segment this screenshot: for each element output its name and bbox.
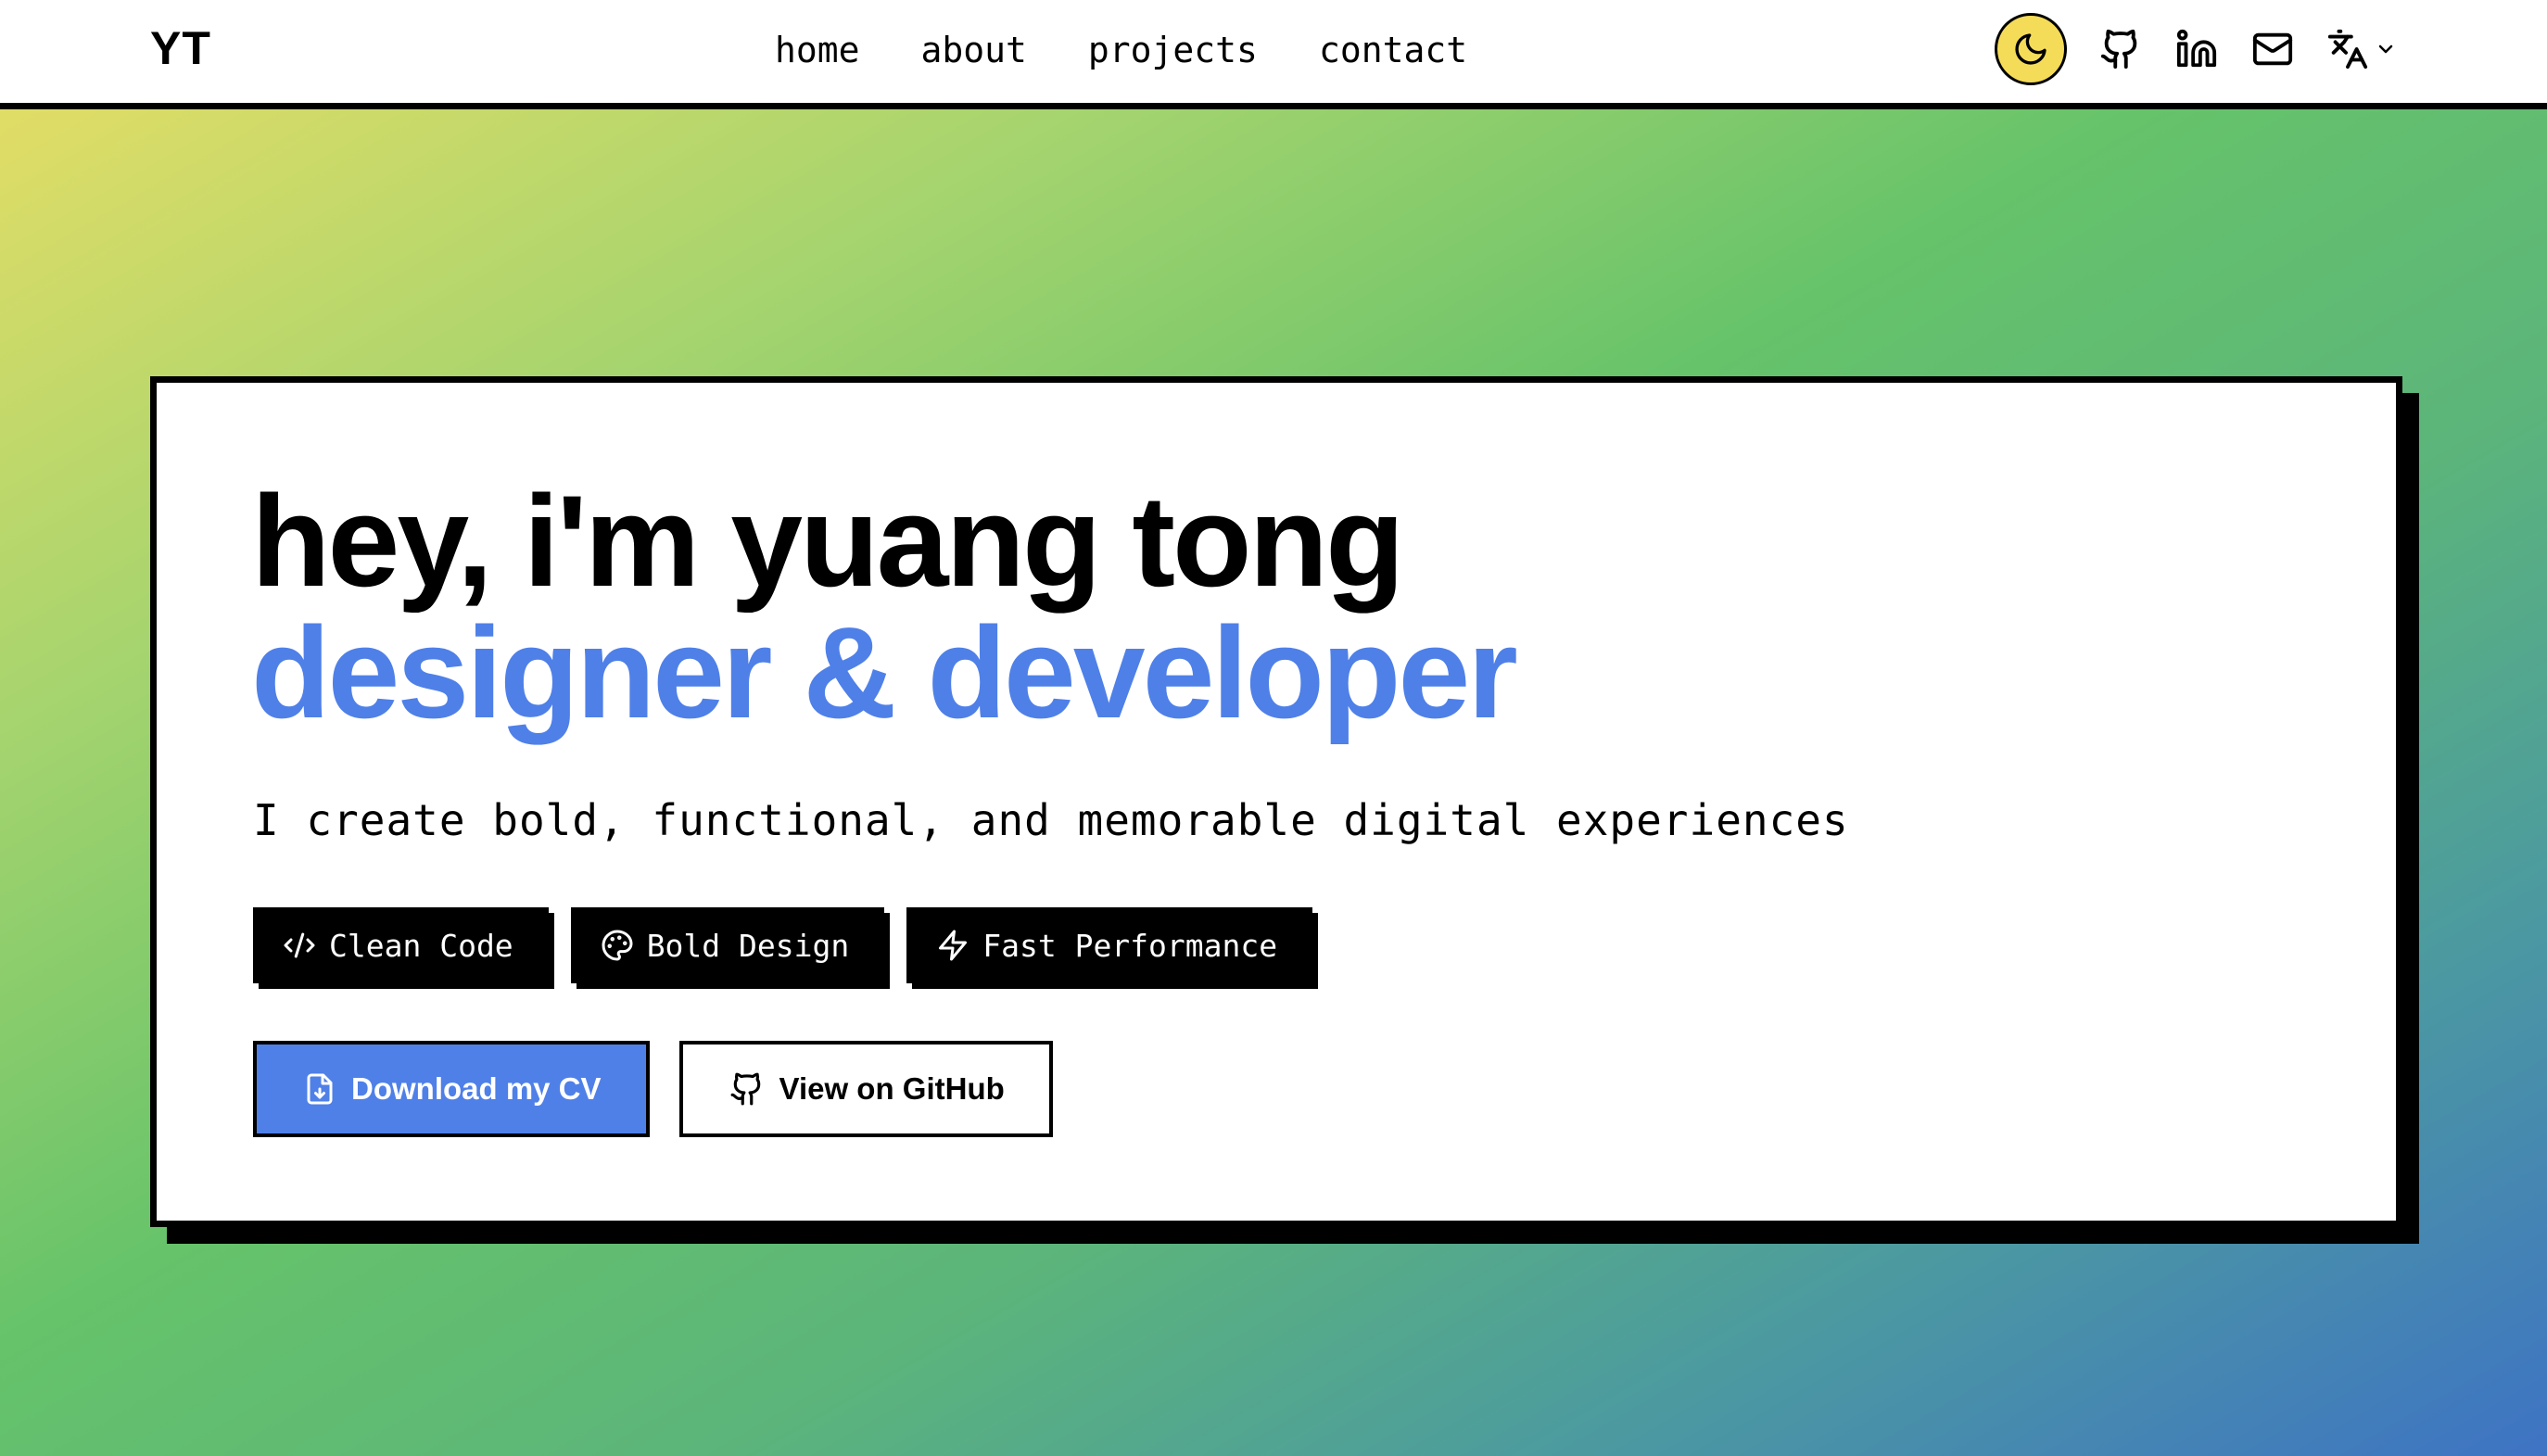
mail-icon [2252, 32, 2293, 66]
zap-icon [939, 930, 968, 961]
tag-label: Clean Code [329, 927, 513, 964]
nav-links: home about projects contact [775, 26, 1467, 74]
download-cv-button[interactable]: Download my CV [253, 1041, 650, 1137]
cta-buttons: Download my CV View on GitHub [253, 1041, 1053, 1137]
github-link[interactable] [2098, 27, 2143, 71]
nav-icons [1995, 11, 2397, 87]
tag-label: Fast Performance [982, 927, 1278, 964]
linkedin-link[interactable] [2174, 27, 2219, 71]
nav-link-about[interactable]: about [921, 26, 1027, 74]
tag-fast-performance: Fast Performance [906, 907, 1313, 983]
github-icon [730, 1072, 760, 1106]
code-icon [284, 932, 315, 958]
email-link[interactable] [2250, 27, 2295, 71]
tag-clean-code: Clean Code [253, 907, 549, 983]
navbar: YT home about projects contact [0, 0, 2547, 109]
chevron-down-icon [2378, 44, 2393, 54]
theme-toggle-button[interactable] [1995, 13, 2067, 85]
nav-link-projects[interactable]: projects [1088, 26, 1258, 74]
download-cv-label: Download my CV [351, 1071, 602, 1106]
language-switcher[interactable] [2326, 28, 2397, 70]
hero-description: I create bold, functional, and memorable… [253, 795, 1849, 845]
hero-subtitle: designer & developer [251, 600, 1518, 745]
tag-bold-design: Bold Design [570, 907, 885, 983]
palette-icon [602, 930, 633, 961]
hero-title: hey, i'm yuang tong [251, 468, 1405, 614]
nav-link-contact[interactable]: contact [1319, 26, 1467, 74]
moon-icon [2015, 33, 2046, 65]
hero-card: hey, i'm yuang tong designer & developer… [150, 376, 2402, 1227]
file-download-icon [307, 1073, 333, 1105]
linkedin-icon [2176, 29, 2217, 68]
nav-link-home[interactable]: home [775, 26, 860, 74]
site-logo[interactable]: YT [150, 20, 211, 76]
feature-tags: Clean Code Bold Design Fast Performance [253, 907, 1313, 983]
tag-label: Bold Design [646, 927, 850, 964]
translate-icon [2327, 29, 2368, 70]
view-github-label: View on GitHub [779, 1071, 1005, 1106]
view-github-button[interactable]: View on GitHub [678, 1041, 1053, 1137]
github-icon [2100, 29, 2137, 70]
